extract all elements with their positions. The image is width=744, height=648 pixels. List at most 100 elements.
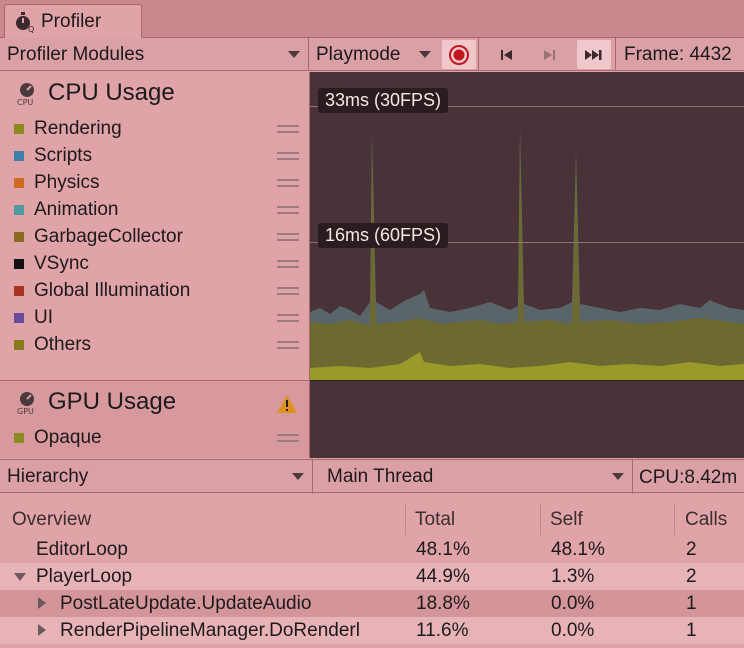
row-name: PlayerLoop xyxy=(36,566,133,587)
legend-label: Rendering xyxy=(34,118,122,139)
row-calls: 1 xyxy=(686,620,697,641)
tab-profiler[interactable]: Q Profiler xyxy=(4,4,142,39)
cpu-usage-module[interactable]: CPU CPU Usage Rendering Scripts Physics Ani… xyxy=(0,72,310,380)
row-calls: 1 xyxy=(686,593,697,614)
divider xyxy=(615,38,616,71)
module-title-label: CPU Usage xyxy=(48,79,175,106)
profiler-stopwatch-icon: Q xyxy=(16,12,34,33)
legend-swatch xyxy=(14,259,24,269)
table-header: Overview Total Self Calls xyxy=(0,503,744,535)
legend-item[interactable]: Global Illumination xyxy=(14,279,304,303)
column-header-overview[interactable]: Overview xyxy=(12,509,91,531)
legend-label: Others xyxy=(34,334,92,355)
warning-icon[interactable] xyxy=(276,394,298,414)
gpu-usage-title: GPU GPU Usage xyxy=(14,387,176,417)
fps30-label: 33ms (30FPS) xyxy=(318,88,449,113)
record-icon xyxy=(449,44,469,65)
drag-handle-icon[interactable] xyxy=(277,233,299,241)
legend-swatch xyxy=(14,151,24,161)
row-total: 48.1% xyxy=(416,539,470,560)
table-row[interactable]: EditorLoop 48.1% 48.1% 2 xyxy=(0,536,744,563)
legend-swatch xyxy=(14,433,24,443)
view-mode-label: Hierarchy xyxy=(7,466,89,487)
drag-handle-icon[interactable] xyxy=(277,287,299,295)
fps60-label: 16ms (60FPS) xyxy=(318,223,449,248)
thread-label: Main Thread xyxy=(327,466,434,487)
drag-handle-icon[interactable] xyxy=(277,260,299,268)
drag-handle-icon[interactable] xyxy=(277,125,299,133)
legend-item[interactable]: Opaque xyxy=(14,426,304,450)
profiler-modules-dropdown[interactable]: Profiler Modules xyxy=(0,38,308,71)
divider xyxy=(312,460,313,494)
chevron-down-icon xyxy=(419,51,431,58)
cpu-icon: CPU xyxy=(17,83,34,106)
gpu-icon: GPU xyxy=(17,392,34,415)
table-row[interactable]: RenderPipelineManager.DoRenderl 11.6% 0.0%… xyxy=(0,617,744,644)
module-title-label: GPU Usage xyxy=(48,388,177,415)
column-header-self[interactable]: Self xyxy=(550,509,583,531)
row-calls: 2 xyxy=(686,539,697,560)
last-frame-icon xyxy=(585,49,602,60)
current-frame-button[interactable] xyxy=(577,40,611,69)
legend-item[interactable]: Rendering xyxy=(14,117,304,141)
legend-label: VSync xyxy=(34,253,89,274)
column-divider[interactable] xyxy=(674,503,675,535)
playmode-label: Playmode xyxy=(316,43,401,65)
cpu-usage-title: CPU CPU Usage xyxy=(14,78,175,108)
table-row[interactable]: PostLateUpdate.UpdateAudio 18.8% 0.0% 1 xyxy=(0,590,744,617)
record-button[interactable] xyxy=(442,40,476,69)
legend-item[interactable]: Others xyxy=(14,333,304,357)
collapse-arrow-icon[interactable] xyxy=(38,597,46,609)
legend-item[interactable]: Animation xyxy=(14,198,304,222)
row-self: 0.0% xyxy=(551,593,595,614)
gpu-usage-module[interactable]: GPU GPU Usage Opaque xyxy=(0,380,310,458)
legend-label: UI xyxy=(34,307,53,328)
legend-swatch xyxy=(14,232,24,242)
drag-handle-icon[interactable] xyxy=(277,341,299,349)
thread-dropdown[interactable]: Main Thread xyxy=(320,460,632,494)
column-divider[interactable] xyxy=(540,503,541,535)
playmode-dropdown[interactable]: Playmode xyxy=(309,38,440,71)
cpu-usage-graph[interactable]: 33ms (30FPS) 16ms (60FPS) xyxy=(310,72,744,380)
view-mode-dropdown[interactable]: Hierarchy xyxy=(0,460,312,494)
row-name: RenderPipelineManager.DoRenderl xyxy=(60,620,360,641)
step-back-icon xyxy=(501,49,512,60)
legend-item[interactable]: GarbageCollector xyxy=(14,225,304,249)
next-frame-button[interactable] xyxy=(532,40,566,69)
legend-swatch xyxy=(14,178,24,188)
legend-item[interactable]: Physics xyxy=(14,171,304,195)
row-total: 11.6% xyxy=(416,620,469,641)
hierarchy-toolbar: Hierarchy Main Thread CPU:8.42m xyxy=(0,459,744,494)
column-header-total[interactable]: Total xyxy=(415,509,455,531)
chevron-down-icon xyxy=(288,51,300,58)
legend-label: GarbageCollector xyxy=(34,226,183,247)
column-header-calls[interactable]: Calls xyxy=(685,509,727,531)
frame-readout: Frame: 4432 xyxy=(624,44,732,65)
expand-arrow-icon[interactable] xyxy=(14,573,26,581)
row-self: 0.0% xyxy=(551,620,595,641)
drag-handle-icon[interactable] xyxy=(277,206,299,214)
svg-text:Q: Q xyxy=(28,25,34,33)
drag-handle-icon[interactable] xyxy=(277,314,299,322)
row-total: 44.9% xyxy=(416,566,470,587)
table-row[interactable]: PlayerLoop 44.9% 1.3% 2 xyxy=(0,563,744,590)
legend-swatch xyxy=(14,313,24,323)
drag-handle-icon[interactable] xyxy=(277,179,299,187)
legend-item[interactable]: Scripts xyxy=(14,144,304,168)
legend-item[interactable]: VSync xyxy=(14,252,304,276)
profiler-modules-label: Profiler Modules xyxy=(7,43,145,65)
previous-frame-button[interactable] xyxy=(490,40,524,69)
divider xyxy=(632,460,633,494)
collapse-arrow-icon[interactable] xyxy=(38,624,46,636)
gpu-usage-graph[interactable] xyxy=(310,380,744,458)
row-total: 18.8% xyxy=(416,593,470,614)
gpu-icon-text: GPU xyxy=(17,407,34,415)
legend-label: Scripts xyxy=(34,145,93,166)
drag-handle-icon[interactable] xyxy=(277,434,299,442)
step-forward-icon xyxy=(544,49,555,60)
legend-swatch xyxy=(14,340,24,350)
tab-bar: Q Profiler xyxy=(0,0,744,39)
drag-handle-icon[interactable] xyxy=(277,152,299,160)
legend-item[interactable]: UI xyxy=(14,306,304,330)
column-divider[interactable] xyxy=(405,503,406,535)
